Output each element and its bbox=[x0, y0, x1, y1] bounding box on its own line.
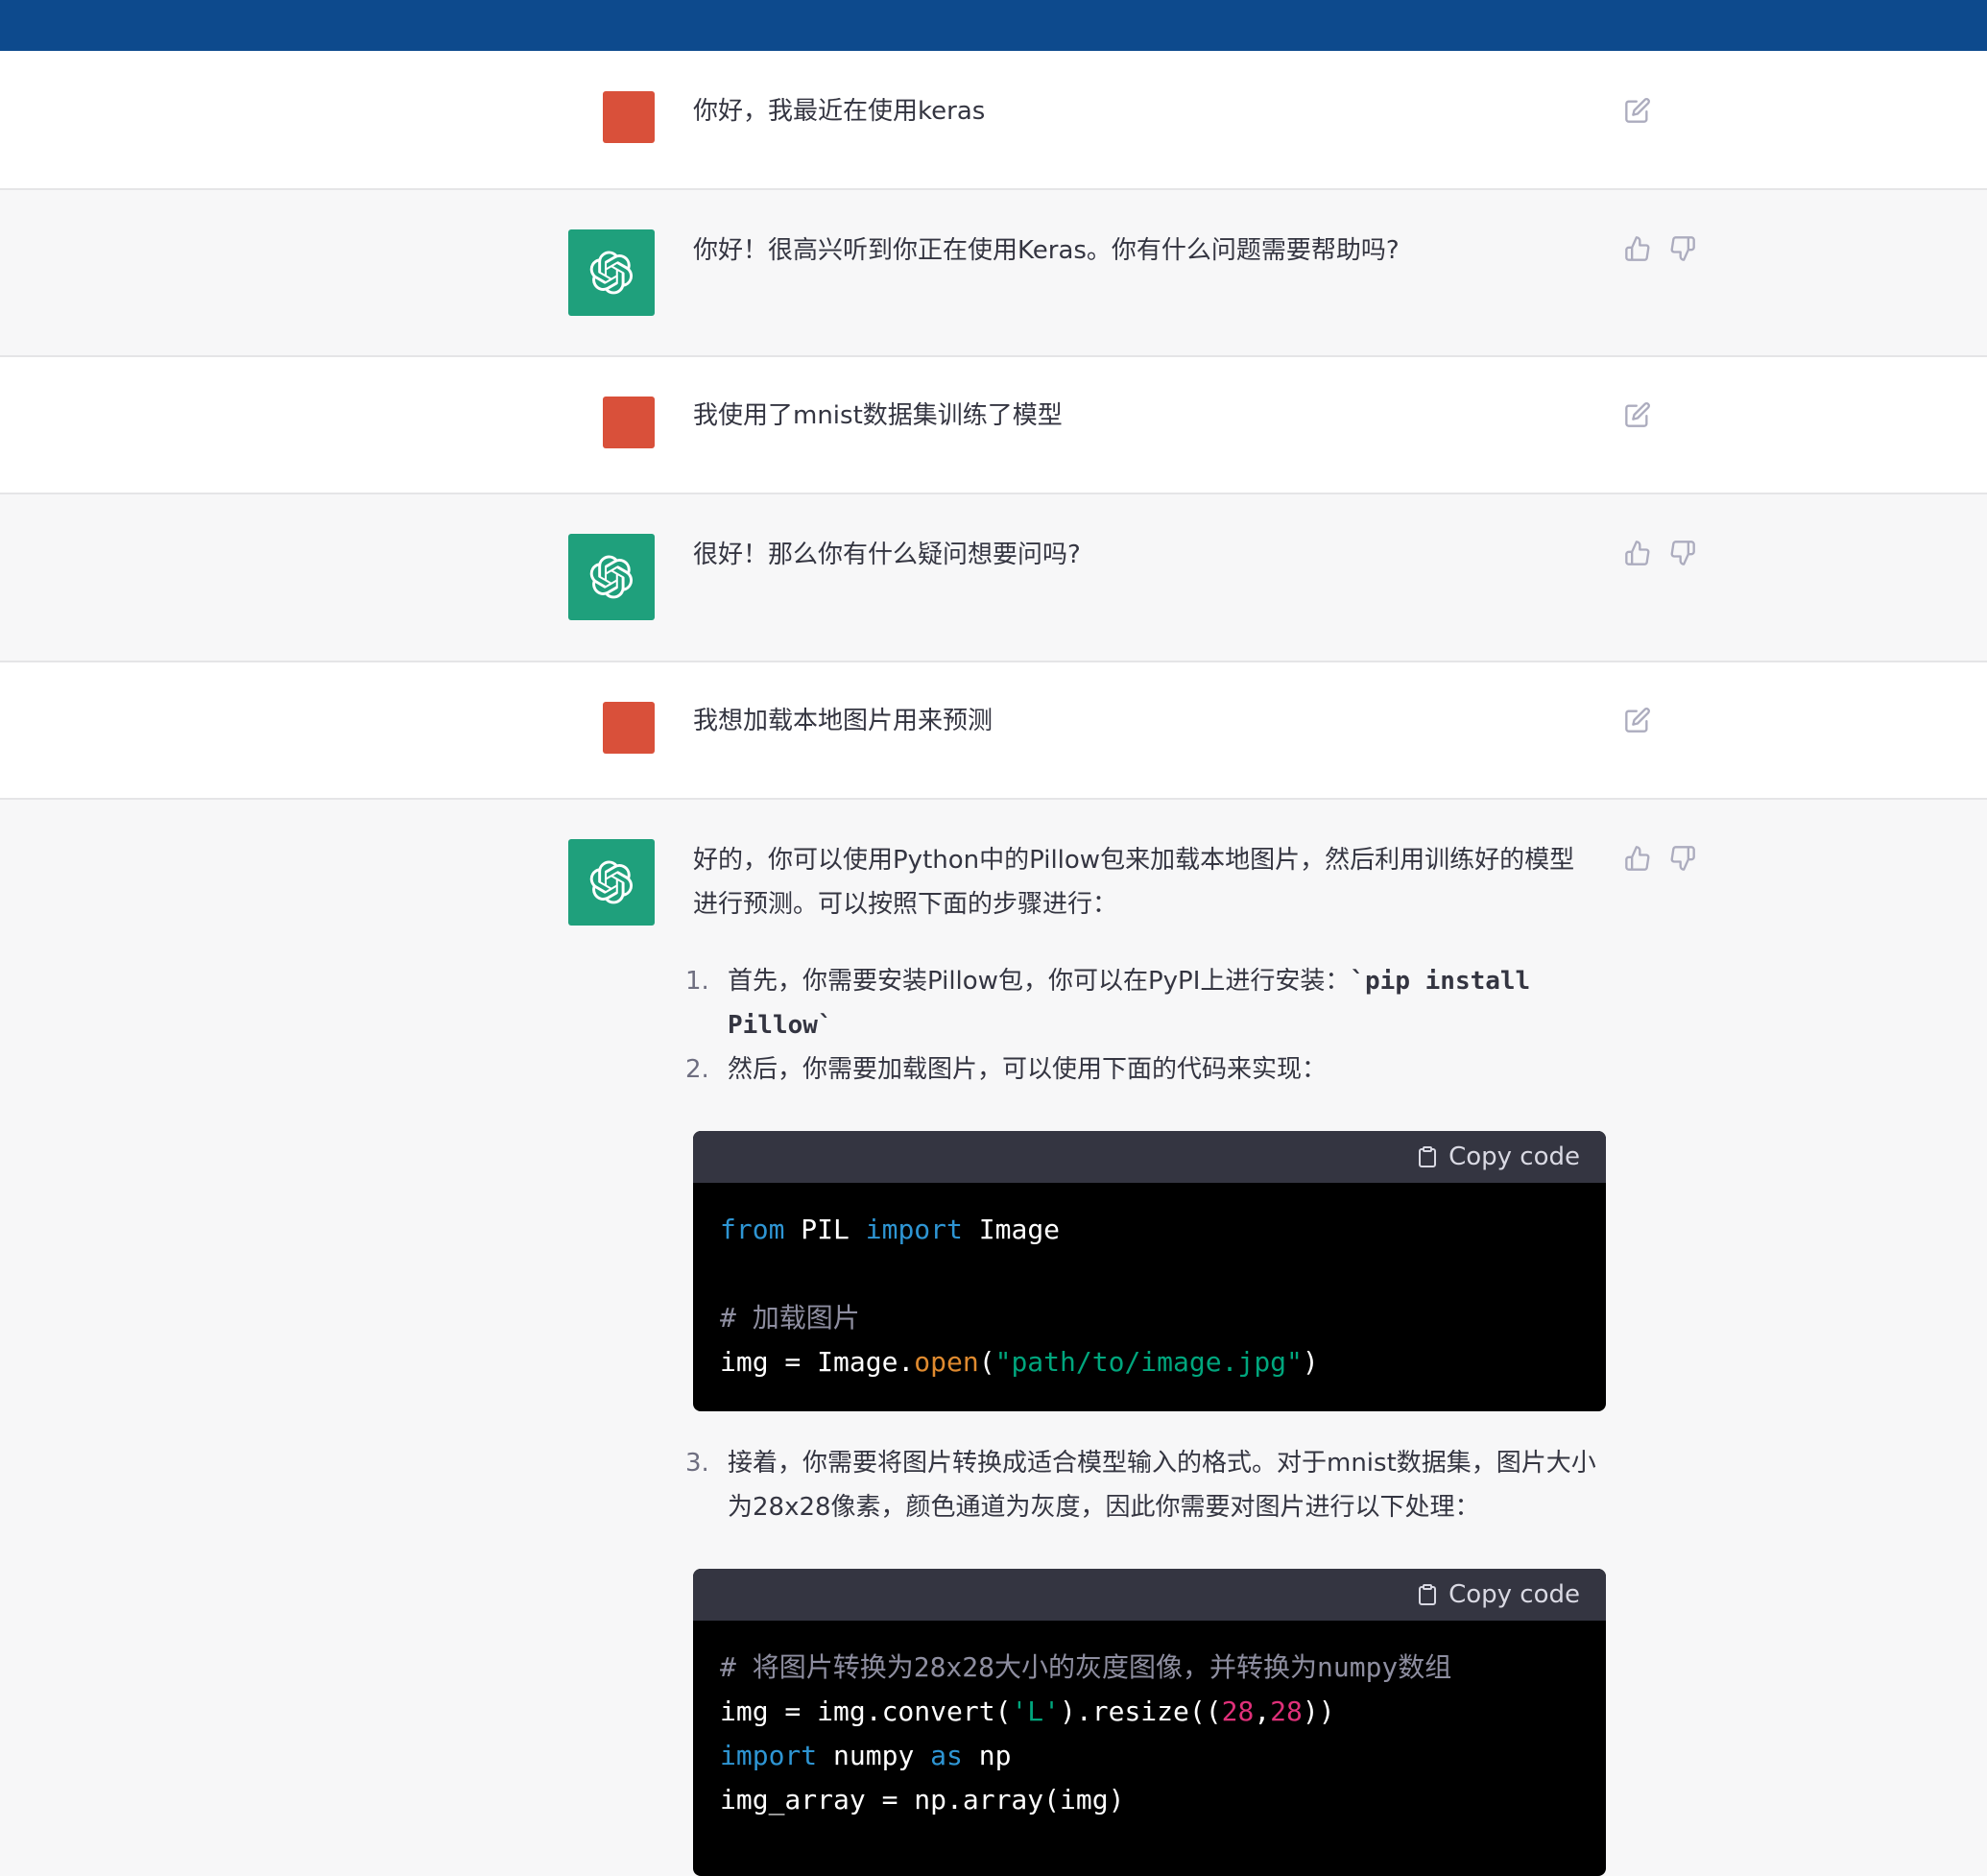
steps-list: 3. 接着，你需要将图片转换成适合模型输入的格式。对于mnist数据集，图片大小为… bbox=[685, 1441, 1611, 1529]
thumbs-up-icon[interactable] bbox=[1623, 844, 1652, 873]
openai-logo-icon bbox=[568, 534, 655, 620]
code-line: # 将图片转换为28x28大小的灰度图像，并转换为numpy数组 bbox=[720, 1651, 1452, 1683]
thumbs-up-icon[interactable] bbox=[1623, 234, 1652, 263]
thumbs-up-icon[interactable] bbox=[1623, 539, 1652, 567]
message-text: 很好！那么你有什么疑问想要问吗? bbox=[693, 541, 1081, 569]
assistant-message: 很好！那么你有什么疑问想要问吗? bbox=[0, 494, 1987, 662]
message-text: 你好！很高兴听到你正在使用Keras。你有什么问题需要帮助吗? bbox=[693, 236, 1400, 265]
code-line: img_array = np.array(img) bbox=[720, 1784, 1125, 1816]
user-avatar bbox=[603, 91, 655, 143]
message-intro: 好的，你可以使用Python中的Pillow包来加载本地图片，然后利用训练好的模… bbox=[693, 846, 1575, 919]
step-text: 接着，你需要将图片转换成适合模型输入的格式。对于mnist数据集，图片大小为28… bbox=[728, 1449, 1596, 1522]
assistant-message: 好的，你可以使用Python中的Pillow包来加载本地图片，然后利用训练好的模… bbox=[0, 800, 1987, 1876]
code-line: import numpy as np bbox=[720, 1740, 1012, 1771]
clipboard-icon bbox=[1419, 1584, 1437, 1605]
user-avatar bbox=[603, 397, 655, 448]
code-content: from PIL import Image # 加载图片 img = Image… bbox=[693, 1183, 1606, 1404]
code-line: from PIL import Image bbox=[720, 1214, 1061, 1245]
thumbs-down-icon[interactable] bbox=[1668, 234, 1697, 263]
copy-code-label: Copy code bbox=[1448, 1142, 1580, 1171]
code-block-header: Copy code bbox=[693, 1569, 1606, 1621]
assistant-message: 你好！很高兴听到你正在使用Keras。你有什么问题需要帮助吗? bbox=[0, 190, 1987, 357]
code-line: img = Image.open("path/to/image.jpg") bbox=[720, 1346, 1319, 1378]
user-message: 我想加载本地图片用来预测 bbox=[0, 662, 1987, 800]
step-number: 2. bbox=[685, 1055, 709, 1084]
message-text: 我想加载本地图片用来预测 bbox=[693, 707, 994, 735]
steps-list: 1. 首先，你需要安装Pillow包，你可以在PyPI上进行安装：`pip ins… bbox=[685, 959, 1601, 1092]
step-text: 然后，你需要加载图片，可以使用下面的代码来实现： bbox=[728, 1055, 1328, 1084]
user-message: 你好，我最近在使用keras bbox=[0, 51, 1987, 190]
step-number: 3. bbox=[685, 1449, 709, 1478]
edit-icon[interactable] bbox=[1623, 400, 1652, 429]
code-line: img = img.convert('L').resize((28,28)) bbox=[720, 1696, 1335, 1727]
list-item: 2. 然后，你需要加载图片，可以使用下面的代码来实现： bbox=[685, 1047, 1601, 1092]
code-block: Copy code # 将图片转换为28x28大小的灰度图像，并转换为numpy… bbox=[693, 1569, 1606, 1876]
copy-code-label: Copy code bbox=[1448, 1580, 1580, 1609]
thumbs-down-icon[interactable] bbox=[1668, 844, 1697, 873]
step-number: 1. bbox=[685, 967, 709, 996]
list-item: 3. 接着，你需要将图片转换成适合模型输入的格式。对于mnist数据集，图片大小为… bbox=[685, 1441, 1611, 1529]
thumbs-down-icon[interactable] bbox=[1668, 539, 1697, 567]
code-line: # 加载图片 bbox=[720, 1302, 860, 1334]
list-item: 1. 首先，你需要安装Pillow包，你可以在PyPI上进行安装：`pip ins… bbox=[685, 959, 1601, 1047]
copy-code-button[interactable]: Copy code bbox=[1416, 1579, 1580, 1610]
top-bar bbox=[0, 0, 1987, 51]
user-message: 我使用了mnist数据集训练了模型 bbox=[0, 357, 1987, 494]
copy-code-button[interactable]: Copy code bbox=[1416, 1142, 1580, 1172]
code-block-header: Copy code bbox=[693, 1131, 1606, 1183]
message-text: 你好，我最近在使用keras bbox=[693, 97, 986, 126]
openai-logo-icon bbox=[568, 839, 655, 926]
message-text: 我使用了mnist数据集训练了模型 bbox=[693, 401, 1063, 430]
step-text: 首先，你需要安装Pillow包，你可以在PyPI上进行安装： bbox=[728, 967, 1351, 996]
edit-icon[interactable] bbox=[1623, 706, 1652, 734]
edit-icon[interactable] bbox=[1623, 96, 1652, 125]
clipboard-icon bbox=[1419, 1146, 1437, 1167]
code-block: Copy code from PIL import Image # 加载图片 i… bbox=[693, 1131, 1606, 1411]
openai-logo-icon bbox=[568, 229, 655, 316]
user-avatar bbox=[603, 702, 655, 754]
